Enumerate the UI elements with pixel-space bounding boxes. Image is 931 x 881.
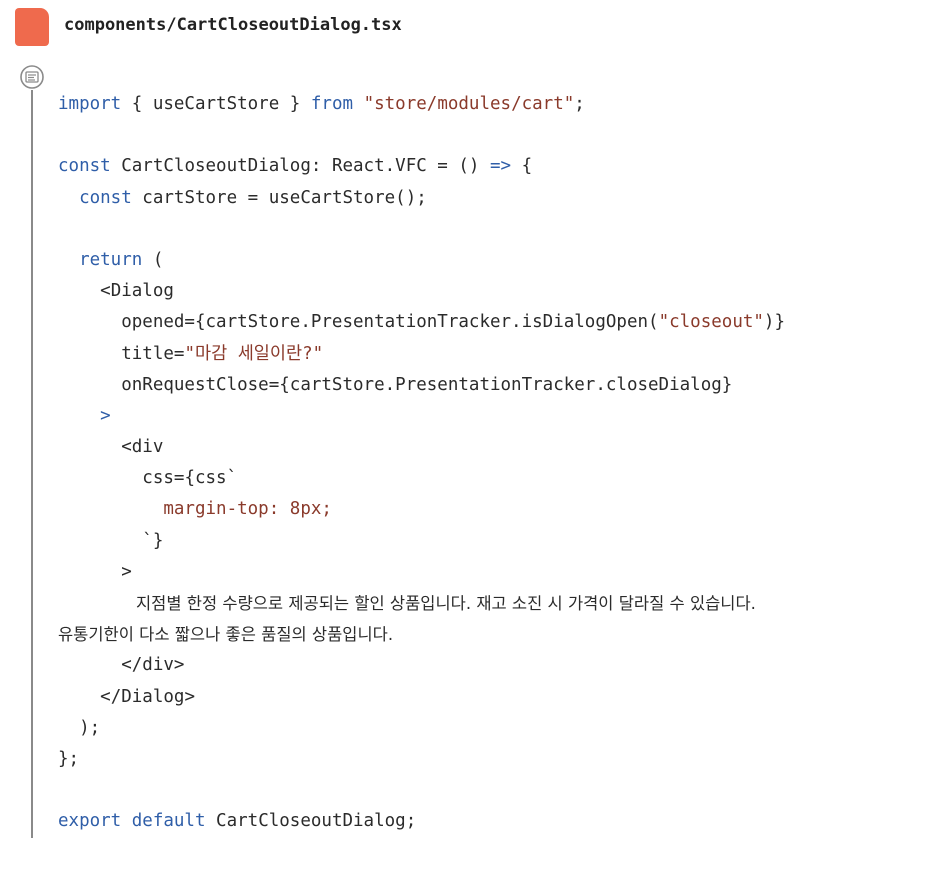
code-text: title= [121,343,185,364]
code-text: opened={cartStore.PresentationTracker.is… [121,312,659,333]
code-text: onRequestClose={cartStore.PresentationTr… [121,374,733,395]
code-text: </Dialog> [100,686,195,707]
code-text: { useCartStore } [121,94,311,114]
code-listing-icon [20,65,44,89]
code-line-div-close: </div> [58,650,918,681]
code-line-opened: opened={cartStore.PresentationTracker.is… [58,307,918,338]
keyword: return [79,249,143,270]
code-text: <Dialog [100,281,174,302]
code-text: css={css` [142,468,238,489]
code-line-title: title="마감 세일이란?" [58,339,918,370]
code-text: CartCloseoutDialog: React.VFC = () [110,156,490,177]
arrow-operator: => [489,156,512,177]
keyword: from [310,94,354,114]
code-line-div-open: <div [58,432,918,463]
body-text: 지점별 한정 수량으로 제공되는 할인 상품입니다. 재고 소진 시 가격이 달… [136,594,756,613]
code-text: { [511,156,533,177]
code-text: ); [79,717,101,738]
string-literal: "store/modules/cart" [353,94,575,114]
code-line-body-text-2: 유통기한이 다소 짧으나 좋은 품질의 상품입니다. [58,619,918,650]
code-text: ( [142,249,164,270]
code-line-return: return ( [58,245,918,276]
string-literal: "closeout" [658,312,764,333]
body-text: 유통기한이 다소 짧으나 좋은 품질의 상품입니다. [58,625,394,645]
code-line-div-tag-close: > [58,557,918,588]
code-line-body-text-1: 지점별 한정 수량으로 제공되는 할인 상품입니다. 재고 소진 시 가격이 달… [58,588,918,619]
code-line-css-end: `} [58,526,918,557]
keyword: const [58,156,111,177]
css-rule: margin-top: 8px; [163,499,332,520]
code-line-export: export default CartCloseoutDialog; [58,806,918,837]
gutter-line [31,90,33,838]
code-line-import: import { useCartStore } from "store/modu… [58,89,918,120]
code-text: }; [58,748,80,769]
code-text: cartStore = useCartStore(); [131,187,427,208]
file-badge [15,8,49,46]
code-line-paren-close: ); [58,713,918,744]
code-line-brace-close: }; [58,744,918,775]
code-text: ; [574,94,585,114]
code-line-close: onRequestClose={cartStore.PresentationTr… [58,370,918,401]
code-line-css: css={css` [58,463,918,494]
code-line-component: const CartCloseoutDialog: React.VFC = ()… [58,151,918,182]
file-title: components/CartCloseoutDialog.tsx [64,15,402,35]
code-line-dialog-close: </Dialog> [58,682,918,713]
keyword: export default [58,811,206,832]
keyword: const [79,187,132,208]
code-line-css-rule: margin-top: 8px; [58,494,918,525]
code-line-tag-close: > [58,401,918,432]
string-literal: "마감 세일이란?" [184,343,324,364]
code-text: <div [121,437,164,458]
code-line-dialog-open: <Dialog [58,276,918,307]
keyword: import [58,94,122,114]
code-text: `} [142,530,164,551]
code-block: import { useCartStore } from "store/modu… [58,89,918,838]
code-text: > [100,405,111,426]
code-text: )} [763,312,785,333]
code-line-store: const cartStore = useCartStore(); [58,183,918,214]
code-text: CartCloseoutDialog; [205,811,417,832]
code-text: </div> [121,655,185,676]
code-text: > [121,561,132,582]
